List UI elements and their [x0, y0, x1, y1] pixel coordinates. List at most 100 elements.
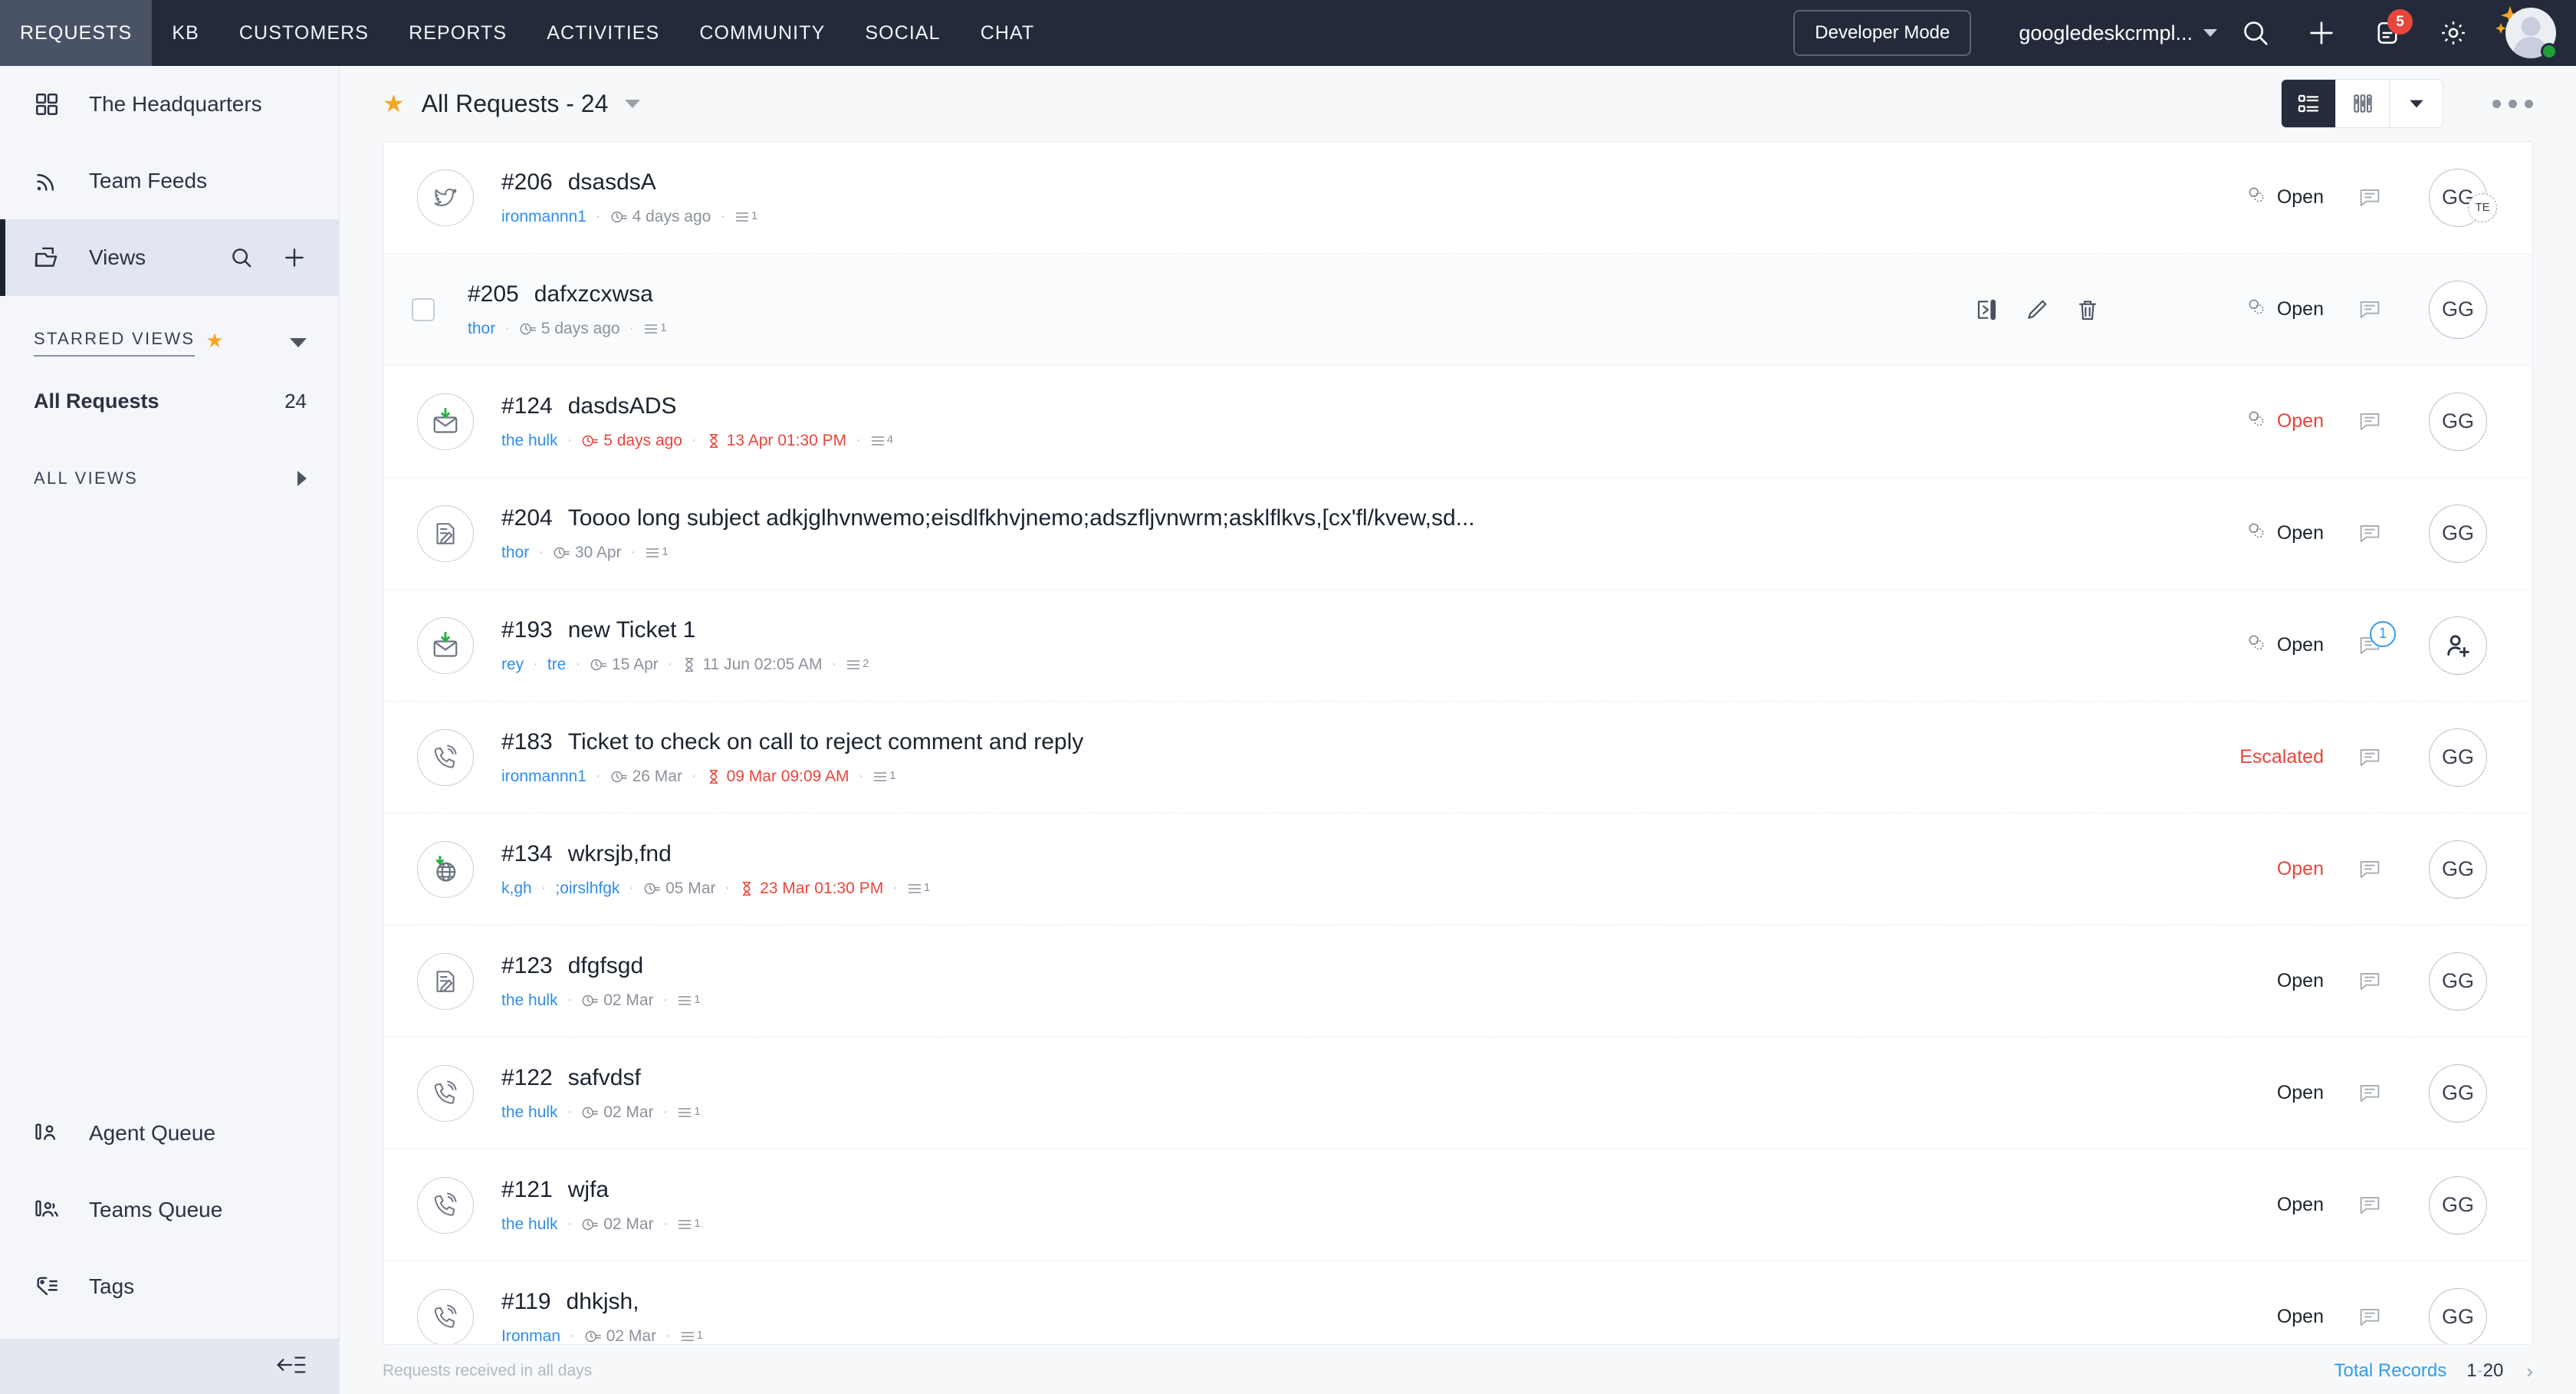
- ticket-title[interactable]: #204 Toooo long subject adkjglhvnwemo;eis…: [501, 505, 2004, 531]
- requester-link[interactable]: the hulk: [501, 1215, 558, 1234]
- owner-avatar[interactable]: GG: [2429, 280, 2487, 339]
- requester-link[interactable]: the hulk: [501, 1103, 558, 1122]
- owner-avatar[interactable]: GG: [2429, 952, 2487, 1011]
- delete-icon[interactable]: [2075, 298, 2100, 322]
- table-row[interactable]: #124 dasdsADS the hulk · 5 days ago · 13 Apr 0…: [383, 366, 2532, 478]
- move-icon[interactable]: [1974, 298, 1999, 322]
- requester-link[interactable]: ;oirslhfgk: [555, 879, 619, 898]
- ticket-title[interactable]: #205 dafxzcxwsa: [468, 281, 1970, 307]
- table-row[interactable]: #123 dfgfsgd the hulk · 02 Mar · 1 Open GG: [383, 925, 2532, 1037]
- nav-tab-requests[interactable]: REQUESTS: [0, 0, 153, 66]
- table-row[interactable]: #204 Toooo long subject adkjglhvnwemo;eis…: [383, 478, 2532, 590]
- avatar[interactable]: [2496, 5, 2558, 61]
- sidebar-item-views[interactable]: Views: [0, 219, 339, 296]
- nav-tab-kb[interactable]: KB: [152, 0, 219, 66]
- ticket-title[interactable]: #134 wkrsjb,fnd: [501, 841, 2004, 867]
- sidebar-view-all-requests[interactable]: All Requests 24: [0, 373, 339, 429]
- views-add-icon[interactable]: [282, 245, 307, 270]
- row-select-checkbox[interactable]: [406, 298, 440, 321]
- table-row[interactable]: #122 safvdsf the hulk · 02 Mar · 1 Open GG: [383, 1037, 2532, 1149]
- ticket-title[interactable]: #121 wjfa: [501, 1177, 2004, 1203]
- chevron-down-icon[interactable]: [625, 99, 641, 108]
- nav-tab-activities[interactable]: ACTIVITIES: [527, 0, 679, 66]
- all-views-header[interactable]: ALL VIEWS: [0, 446, 339, 511]
- comment-icon[interactable]: [2324, 521, 2416, 546]
- owner-avatar[interactable]: GG: [2429, 840, 2487, 899]
- comment-icon[interactable]: [2324, 1305, 2416, 1330]
- sidebar-item-agent-queue[interactable]: Agent Queue: [0, 1095, 339, 1172]
- ticket-title[interactable]: #119 dhkjsh,: [501, 1289, 2004, 1315]
- owner-avatar[interactable]: GG: [2429, 1064, 2487, 1123]
- sidebar-item-team-feeds[interactable]: Team Feeds: [0, 143, 339, 219]
- starred-views-header[interactable]: STARRED VIEWS ★: [0, 313, 339, 373]
- owner-avatar[interactable]: GG: [2429, 728, 2487, 787]
- nav-tab-community[interactable]: COMMUNITY: [679, 0, 845, 66]
- edit-icon[interactable]: [2025, 298, 2049, 322]
- ticket-title[interactable]: #123 dfgfsgd: [501, 953, 2004, 979]
- ticket-meta: thor · 5 days ago · 1: [468, 319, 667, 338]
- developer-mode-button[interactable]: Developer Mode: [1793, 10, 1972, 56]
- requester-link[interactable]: thor: [501, 544, 529, 562]
- plus-icon[interactable]: [2294, 5, 2349, 61]
- comment-icon[interactable]: [2324, 969, 2416, 994]
- org-switcher[interactable]: googledeskcrmpl...: [2019, 21, 2217, 45]
- table-row[interactable]: #206 dsasdsA ironmannn1 · 4 days ago · 1 Open GG…: [383, 142, 2532, 254]
- sidebar-item-teams-queue[interactable]: Teams Queue: [0, 1172, 339, 1248]
- more-options-button[interactable]: [2492, 99, 2533, 108]
- table-row[interactable]: #205 dafxzcxwsa thor · 5 days ago · 1 Open GG: [383, 254, 2532, 366]
- comment-icon[interactable]: [2324, 298, 2416, 322]
- chevron-down-icon[interactable]: [290, 338, 307, 347]
- requester-link[interactable]: k,gh: [501, 879, 532, 898]
- requester-link[interactable]: tre: [547, 656, 567, 674]
- ticket-title[interactable]: #122 safvdsf: [501, 1065, 2004, 1091]
- requester-link[interactable]: ironmannn1: [501, 768, 586, 786]
- table-row[interactable]: #193 new Ticket 1 rey · tre · 15 Apr · 11 Jun 02…: [383, 590, 2532, 702]
- comment-icon[interactable]: [2324, 409, 2416, 434]
- table-row[interactable]: #119 dhkjsh, Ironman · 02 Mar · 1 Open GG: [383, 1261, 2532, 1345]
- total-records-link[interactable]: Total Records: [2334, 1360, 2447, 1382]
- created-time: 02 Mar: [581, 1215, 654, 1234]
- comment-icon[interactable]: [2324, 1081, 2416, 1106]
- ticket-title[interactable]: #124 dasdsADS: [501, 393, 2004, 419]
- comment-icon[interactable]: [2324, 857, 2416, 882]
- checkbox-icon[interactable]: [412, 298, 435, 321]
- comment-icon[interactable]: [2324, 745, 2416, 770]
- requester-link[interactable]: rey: [501, 656, 524, 674]
- nav-tab-reports[interactable]: REPORTS: [389, 0, 527, 66]
- ticket-title[interactable]: #183 Ticket to check on call to reject co…: [501, 729, 2004, 755]
- table-row[interactable]: #183 Ticket to check on call to reject co…: [383, 702, 2532, 814]
- ticket-title[interactable]: #193 new Ticket 1: [501, 617, 2004, 643]
- collapse-sidebar-button[interactable]: [0, 1339, 339, 1394]
- owner-avatar[interactable]: GG: [2429, 1175, 2487, 1235]
- comment-icon[interactable]: 1: [2324, 620, 2416, 658]
- star-icon[interactable]: ★: [383, 89, 405, 118]
- add-user-icon[interactable]: [2429, 616, 2487, 675]
- notifications-icon[interactable]: 5: [2360, 5, 2415, 61]
- owner-avatar[interactable]: GG: [2429, 504, 2487, 563]
- compact-view-button[interactable]: [2335, 80, 2389, 127]
- sidebar-item-tags[interactable]: Tags: [0, 1248, 339, 1325]
- requester-link[interactable]: Ironman: [501, 1327, 560, 1345]
- owner-avatar[interactable]: GG: [2429, 392, 2487, 451]
- owner-avatar[interactable]: GG: [2429, 1287, 2487, 1344]
- gear-icon[interactable]: [2426, 5, 2481, 61]
- nav-tab-customers[interactable]: CUSTOMERS: [219, 0, 389, 66]
- requester-link[interactable]: ironmannn1: [501, 208, 586, 226]
- chevron-right-icon[interactable]: ›: [2526, 1359, 2533, 1383]
- requester-link[interactable]: thor: [468, 320, 495, 338]
- nav-tab-chat[interactable]: CHAT: [961, 0, 1055, 66]
- search-icon[interactable]: [2228, 5, 2283, 61]
- view-mode-dropdown-button[interactable]: [2389, 80, 2443, 127]
- nav-tab-social[interactable]: SOCIAL: [845, 0, 960, 66]
- comment-icon[interactable]: [2324, 1193, 2416, 1218]
- table-row[interactable]: #121 wjfa the hulk · 02 Mar · 1 Open GG: [383, 1149, 2532, 1261]
- requester-link[interactable]: the hulk: [501, 991, 558, 1010]
- requester-link[interactable]: the hulk: [501, 432, 558, 450]
- table-row[interactable]: #134 wkrsjb,fnd k,gh · ;oirslhfgk · 05 Mar · 23 …: [383, 814, 2532, 925]
- sidebar-item-label: Views: [89, 245, 146, 269]
- comment-icon[interactable]: [2324, 186, 2416, 210]
- sidebar-item-the-headquarters[interactable]: The Headquarters: [0, 66, 339, 143]
- list-view-button[interactable]: [2282, 80, 2335, 127]
- ticket-title[interactable]: #206 dsasdsA: [501, 169, 2004, 196]
- views-search-icon[interactable]: [230, 246, 253, 269]
